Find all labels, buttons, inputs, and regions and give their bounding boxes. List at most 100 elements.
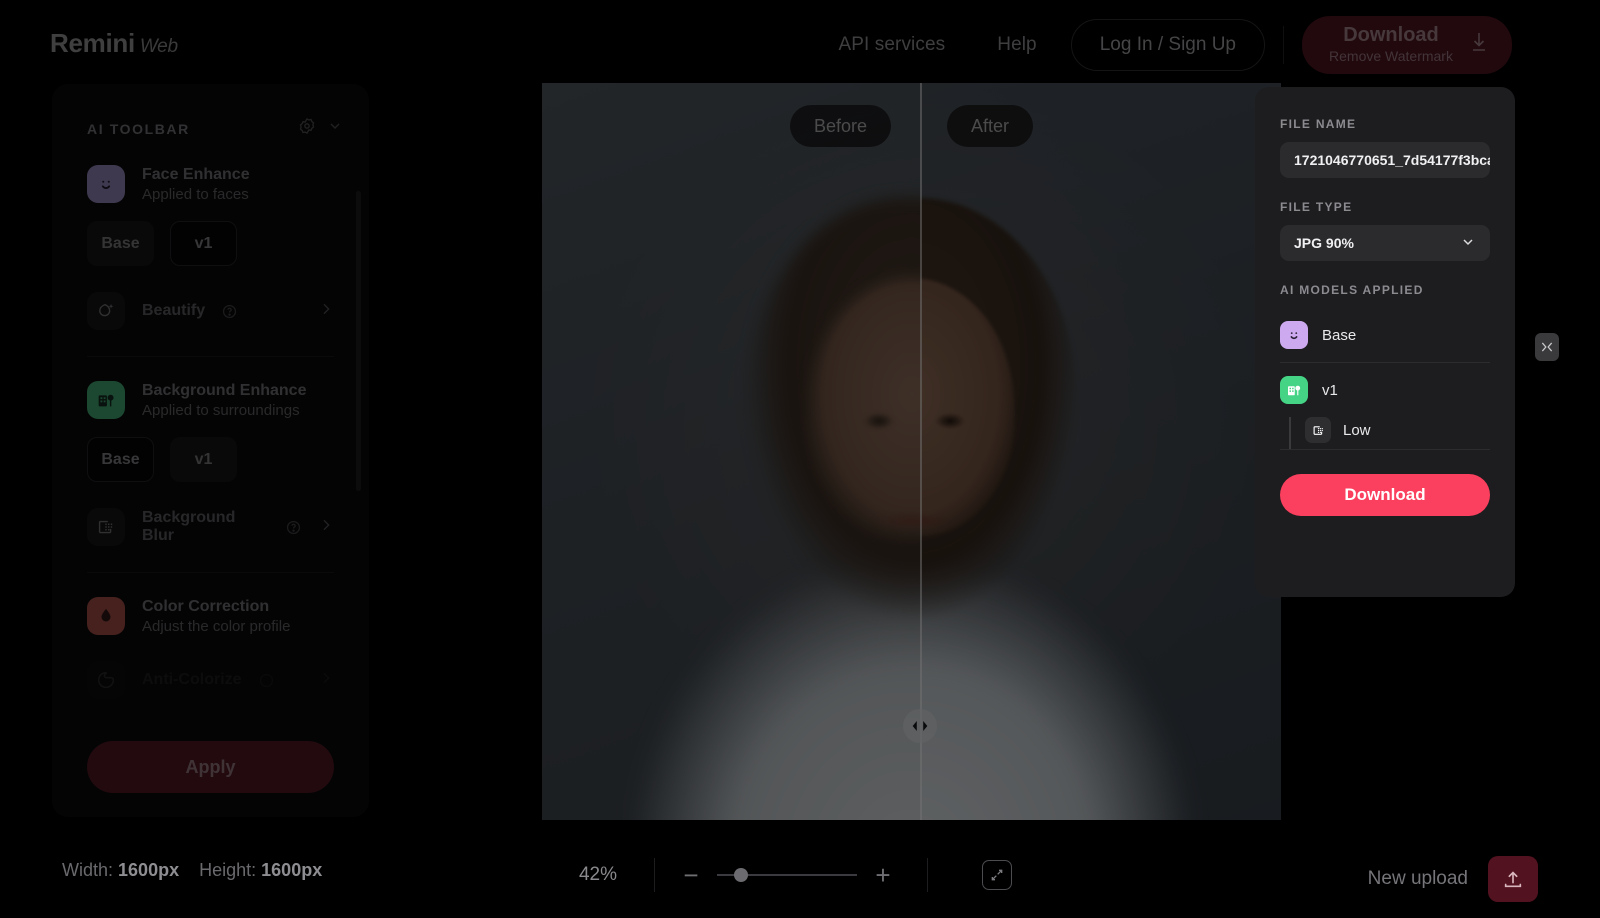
beautify-icon (87, 292, 125, 330)
zoom-divider (927, 858, 928, 892)
download-button-subtitle: Remove Watermark (1329, 48, 1453, 64)
before-after-labels: Before After (542, 105, 1281, 147)
new-upload-control: New upload (1368, 856, 1538, 902)
plus-icon[interactable]: + (865, 862, 901, 888)
background-enhance-option-base[interactable]: Base (87, 437, 154, 482)
remini-web-app: Remini Web API services Help Log In / Sig… (0, 0, 1600, 918)
color-wheel-icon (87, 661, 125, 699)
image-dimensions: Width: 1600px Height: 1600px (62, 860, 322, 881)
tool-name: Beautify (142, 302, 206, 319)
model-divider (1280, 449, 1490, 450)
face-smile-icon (1280, 321, 1308, 349)
file-name-label: FILE NAME (1280, 117, 1357, 131)
height-value: 1600px (261, 860, 323, 880)
height-readout: Height: 1600px (199, 860, 322, 881)
tool-color-correction[interactable]: Color Correction Adjust the color profil… (52, 597, 369, 635)
help-circle-icon[interactable] (259, 673, 274, 688)
sidebar-divider (87, 356, 334, 357)
model-name: Base (1322, 326, 1357, 344)
sub-model-name: Low (1343, 421, 1371, 439)
chevron-right-icon[interactable] (318, 301, 334, 322)
tool-desc: Adjust the color profile (142, 617, 291, 635)
chevron-right-icon[interactable] (318, 517, 334, 538)
nav-link-api-services[interactable]: API services (812, 19, 971, 71)
bottom-status-bar: Width: 1600px Height: 1600px 42% − + New… (0, 820, 1600, 918)
nav-links: API services Help Log In / Sign Up Downl… (812, 16, 1512, 74)
expand-diagonal-icon[interactable] (982, 860, 1012, 890)
zoom-slider-thumb[interactable] (734, 868, 748, 882)
zoom-controls: 42% − + (560, 858, 1012, 892)
tool-background-blur[interactable]: Background Blur (52, 508, 369, 546)
logo-suffix: Web (139, 36, 178, 57)
blur-dots-icon (87, 508, 125, 546)
width-value: 1600px (118, 860, 180, 880)
sidebar-title: AI TOOLBAR (87, 120, 190, 137)
minus-icon[interactable]: − (673, 862, 709, 888)
ai-models-applied-label: AI MODELS APPLIED (1280, 283, 1424, 297)
nav-link-help[interactable]: Help (971, 19, 1062, 71)
download-button-title: Download (1343, 24, 1439, 46)
sidebar-scrollbar-thumb[interactable] (356, 191, 361, 491)
background-enhance-option-v1[interactable]: v1 (170, 437, 237, 482)
image-comparison-canvas[interactable]: Before After (542, 83, 1281, 820)
chevron-right-icon[interactable] (318, 670, 334, 691)
face-smile-icon (87, 165, 125, 203)
apply-button[interactable]: Apply (87, 741, 334, 793)
tool-name: Color Correction (142, 597, 270, 615)
tool-desc: Applied to faces (142, 185, 249, 203)
subject-eye-left (864, 413, 894, 429)
sidebar-header: AI TOOLBAR (52, 84, 369, 141)
tool-color-correction-row: Color Correction Adjust the color profil… (87, 597, 334, 635)
zoom-slider[interactable] (717, 863, 857, 887)
download-remove-watermark-button[interactable]: Download Remove Watermark (1302, 16, 1512, 74)
gear-icon[interactable] (297, 116, 317, 141)
model-name: v1 (1322, 381, 1338, 399)
zoom-percentage: 42% (578, 864, 618, 885)
tool-name: Background Blur (142, 509, 236, 544)
export-settings-panel: FILE NAME 1721046770651_7d54177f3bca FIL… (1255, 87, 1515, 597)
new-upload-label: New upload (1367, 868, 1468, 889)
collapse-panel-icon[interactable] (1535, 333, 1559, 361)
tool-color-correction-texts: Color Correction Adjust the color profil… (142, 598, 290, 635)
tool-beautify[interactable]: Beautify (52, 292, 369, 330)
ai-toolbar-sidebar: AI TOOLBAR Face Enhance Applied to faces… (52, 84, 369, 817)
blur-dots-icon (1305, 417, 1331, 443)
file-name-input[interactable]: 1721046770651_7d54177f3bca (1280, 142, 1490, 178)
model-row-v1: v1 (1280, 363, 1490, 417)
tool-background-enhance[interactable]: Background Enhance Applied to surroundin… (52, 381, 369, 482)
tool-face-enhance[interactable]: Face Enhance Applied to faces Base v1 (52, 165, 369, 266)
file-type-label: FILE TYPE (1280, 200, 1353, 214)
face-enhance-options: Base v1 (87, 221, 334, 266)
face-enhance-option-base[interactable]: Base (87, 221, 154, 266)
help-circle-icon[interactable] (222, 304, 237, 319)
building-tree-icon (87, 381, 125, 419)
file-type-select[interactable]: JPG 90% (1280, 225, 1490, 261)
app-logo[interactable]: Remini Web (50, 28, 178, 59)
comparison-slider-handle[interactable] (903, 709, 938, 743)
tool-anti-colorize[interactable]: Anti-Colorize (52, 661, 369, 699)
tool-background-enhance-row: Background Enhance Applied to surroundin… (87, 381, 334, 419)
file-type-value: JPG 90% (1294, 235, 1354, 251)
sidebar-scroll-area: Face Enhance Applied to faces Base v1 Be… (52, 165, 369, 699)
upload-arrow-icon[interactable] (1488, 856, 1538, 902)
height-label: Height: (199, 860, 257, 880)
building-tree-icon (1280, 376, 1308, 404)
help-circle-icon[interactable] (286, 520, 301, 535)
width-readout: Width: 1600px (62, 860, 179, 881)
model-row-base: Base (1280, 308, 1490, 362)
top-navigation-bar: Remini Web API services Help Log In / Sig… (0, 0, 1600, 84)
face-enhance-option-v1[interactable]: v1 (170, 221, 237, 266)
download-button-text: Download Remove Watermark (1329, 24, 1453, 65)
tool-face-enhance-texts: Face Enhance Applied to faces (142, 166, 250, 203)
chevron-down-icon (1460, 234, 1476, 253)
before-label[interactable]: Before (789, 105, 892, 147)
ai-models-applied-section: AI MODELS APPLIED Base v1 Low (1280, 283, 1490, 450)
login-signup-button[interactable]: Log In / Sign Up (1070, 19, 1265, 71)
tool-desc: Applied to surroundings (142, 401, 300, 419)
chevron-down-icon[interactable] (327, 118, 343, 139)
tool-name: Anti-Colorize (142, 671, 242, 688)
panel-download-button[interactable]: Download (1280, 474, 1490, 516)
download-arrow-icon (1469, 30, 1489, 59)
after-label[interactable]: After (947, 105, 1034, 147)
